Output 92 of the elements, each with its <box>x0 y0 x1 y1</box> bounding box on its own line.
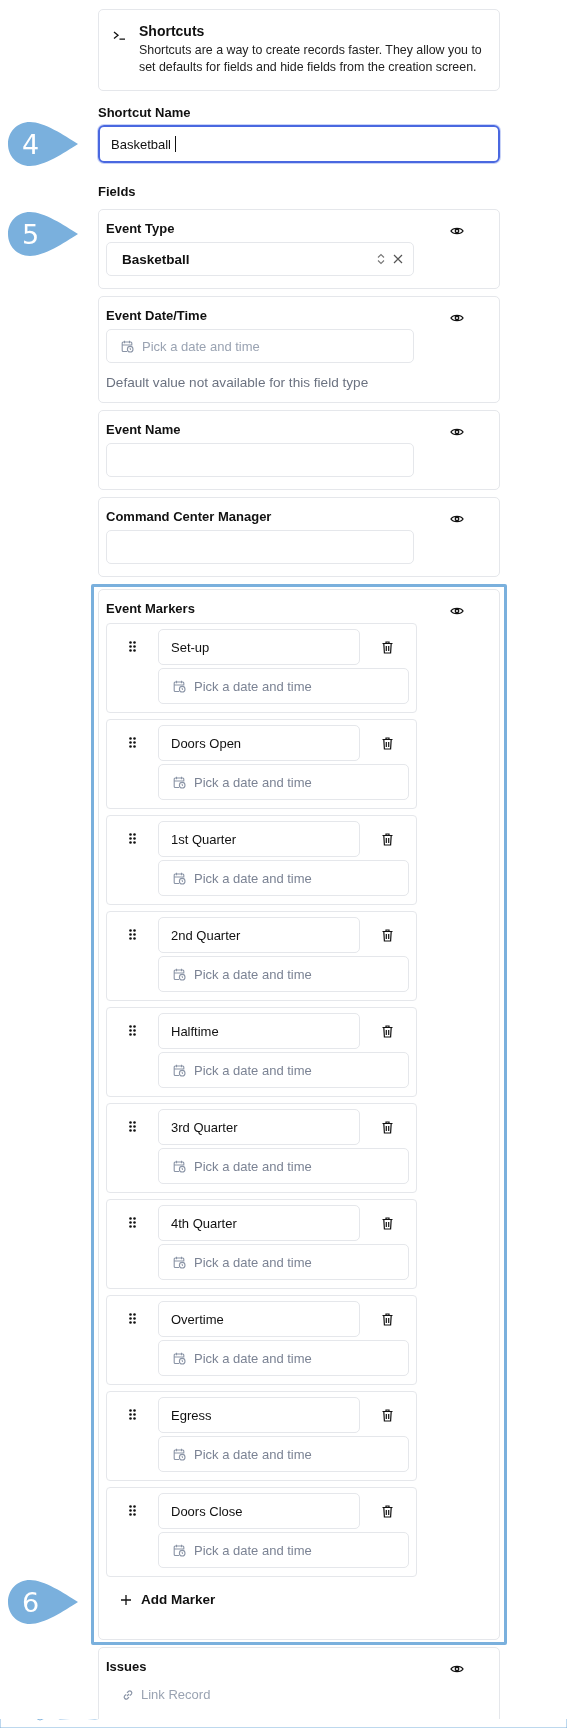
drag-handle-icon[interactable] <box>129 833 136 844</box>
marker-name-field[interactable]: Doors Open <box>158 725 360 761</box>
date-time-field[interactable]: Pick a date and time <box>158 1436 409 1472</box>
date-time-field[interactable]: Pick a date and time <box>158 1148 409 1184</box>
placeholder-text: Pick a date and time <box>142 338 260 354</box>
link-icon <box>122 1689 134 1701</box>
placeholder-text: Pick a date and time <box>194 1446 312 1462</box>
date-time-field[interactable]: Pick a date and time <box>158 1532 409 1568</box>
close-icon[interactable] <box>393 254 403 264</box>
calendar-clock-icon <box>173 1543 186 1557</box>
eye-icon[interactable] <box>449 427 464 437</box>
trash-icon[interactable] <box>382 1216 393 1230</box>
placeholder-text: Pick a date and time <box>194 870 312 886</box>
calendar-clock-icon <box>173 679 186 693</box>
calendar-clock-icon <box>121 339 134 353</box>
trash-icon[interactable] <box>382 928 393 942</box>
callout-number: 5 <box>22 220 40 248</box>
drag-handle-icon[interactable] <box>129 641 136 652</box>
drag-handle-icon[interactable] <box>129 737 136 748</box>
placeholder-text: Pick a date and time <box>194 1254 312 1270</box>
marker-name-field[interactable]: Overtime <box>158 1301 360 1337</box>
hint-text: Default value not available for this field type <box>106 375 370 390</box>
date-time-field[interactable]: Pick a date and time <box>158 1052 409 1088</box>
trash-icon[interactable] <box>382 1408 393 1422</box>
trash-icon[interactable] <box>382 1312 393 1326</box>
date-time-field[interactable]: Pick a date and time <box>158 860 409 896</box>
drag-handle-icon[interactable] <box>129 1217 136 1228</box>
calendar-clock-icon <box>173 1159 186 1173</box>
plus-icon <box>121 1594 131 1605</box>
drag-handle-icon[interactable] <box>129 1025 136 1036</box>
add-marker-button[interactable]: Add Marker <box>121 1592 216 1607</box>
marker-name-field[interactable]: Halftime <box>158 1013 360 1049</box>
text-field[interactable] <box>106 530 414 564</box>
eye-icon[interactable] <box>449 606 464 616</box>
placeholder-text: Pick a date and time <box>194 1542 312 1558</box>
eye-icon[interactable] <box>449 313 464 323</box>
placeholder-text: Pick a date and time <box>194 966 312 982</box>
select-field[interactable]: Basketball <box>106 242 414 276</box>
marker-name-field[interactable]: 2nd Quarter <box>158 917 360 953</box>
trash-icon[interactable] <box>382 1120 393 1134</box>
info-title: Shortcuts <box>139 23 206 39</box>
drag-handle-icon[interactable] <box>129 1121 136 1132</box>
calendar-clock-icon <box>173 967 186 981</box>
info-text: Shortcuts are a way to create records faster. They allow you to set defaults for fields and hide fields from the creation screen. <box>139 42 483 76</box>
placeholder-text: Pick a date and time <box>194 1158 312 1174</box>
calendar-clock-icon <box>173 1255 186 1269</box>
field-label: Issues <box>106 1659 148 1674</box>
drag-handle-icon[interactable] <box>129 1409 136 1420</box>
calendar-clock-icon <box>173 1063 186 1077</box>
calendar-clock-icon <box>173 1351 186 1365</box>
trash-icon[interactable] <box>382 1504 393 1518</box>
date-time-field[interactable]: Pick a date and time <box>158 764 409 800</box>
trash-icon[interactable] <box>382 1024 393 1038</box>
date-time-field[interactable]: Pick a date and time <box>158 956 409 992</box>
calendar-clock-icon <box>173 775 186 789</box>
terminal-icon <box>113 31 126 40</box>
drag-handle-icon[interactable] <box>129 1505 136 1516</box>
eye-icon[interactable] <box>449 514 464 524</box>
placeholder-text: Pick a date and time <box>194 1062 312 1078</box>
marker-name-field[interactable]: Egress <box>158 1397 360 1433</box>
calendar-clock-icon <box>173 1447 186 1461</box>
field-label: Event Date/Time <box>106 308 208 323</box>
date-time-field[interactable]: Pick a date and time <box>158 1340 409 1376</box>
chevron-up-down-icon <box>377 253 385 265</box>
trash-icon[interactable] <box>382 832 393 846</box>
placeholder-text: Pick a date and time <box>194 678 312 694</box>
drag-handle-icon[interactable] <box>129 929 136 940</box>
trash-icon[interactable] <box>382 640 393 654</box>
eye-icon[interactable] <box>449 1664 464 1674</box>
date-time-field[interactable]: Pick a date and time <box>158 1244 409 1280</box>
section-label: Fields <box>98 184 137 199</box>
drag-handle-icon[interactable] <box>129 1313 136 1324</box>
field-label: Shortcut Name <box>98 105 192 120</box>
field-label: Event Name <box>106 422 182 437</box>
marker-name-field[interactable]: Doors Close <box>158 1493 360 1529</box>
marker-name-field[interactable]: 1st Quarter <box>158 821 360 857</box>
trash-icon[interactable] <box>382 736 393 750</box>
calendar-clock-icon <box>173 871 186 885</box>
field-label: Command Center Manager <box>106 509 273 524</box>
callout-number: 6 <box>22 1588 40 1616</box>
shortcut-name-field[interactable]: Basketball <box>98 125 500 163</box>
marker-name-field[interactable]: 4th Quarter <box>158 1205 360 1241</box>
text-field[interactable] <box>106 443 414 477</box>
marker-name-field[interactable]: Set-up <box>158 629 360 665</box>
placeholder-text: Pick a date and time <box>194 1350 312 1366</box>
date-time-field[interactable]: Pick a date and time <box>158 668 409 704</box>
placeholder-text: Pick a date and time <box>194 774 312 790</box>
field-label: Event Type <box>106 221 176 236</box>
marker-name-field[interactable]: 3rd Quarter <box>158 1109 360 1145</box>
eye-icon[interactable] <box>449 226 464 236</box>
field-label: Event Markers <box>106 601 196 616</box>
callout-number: 4 <box>22 130 40 158</box>
